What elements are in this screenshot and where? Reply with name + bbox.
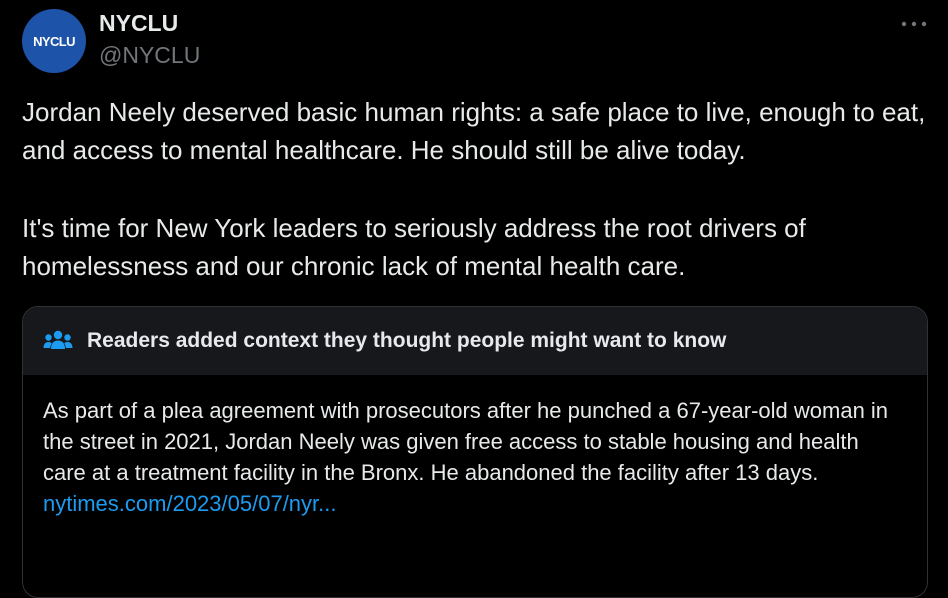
more-horizontal-icon <box>901 21 927 27</box>
display-name[interactable]: NYCLU <box>99 8 178 38</box>
community-note: Readers added context they thought peopl… <box>22 306 928 598</box>
user-handle[interactable]: @NYCLU <box>99 40 200 70</box>
avatar[interactable]: NYCLU <box>22 9 86 73</box>
more-options-button[interactable] <box>896 10 932 38</box>
community-note-header: Readers added context they thought peopl… <box>23 307 927 375</box>
community-note-text: As part of a plea agreement with prosecu… <box>43 398 889 485</box>
tweet-text-paragraph: It's time for New York leaders to seriou… <box>22 213 806 281</box>
community-note-source-link[interactable]: nytimes.com/2023/05/07/nyr... <box>43 488 907 519</box>
people-icon <box>43 329 73 353</box>
community-note-title: Readers added context they thought peopl… <box>87 329 727 352</box>
tweet-text-paragraph: Jordan Neely deserved basic human rights… <box>22 97 926 165</box>
community-note-body: As part of a plea agreement with prosecu… <box>23 375 927 519</box>
avatar-logo-text: NYCLU <box>33 33 75 49</box>
